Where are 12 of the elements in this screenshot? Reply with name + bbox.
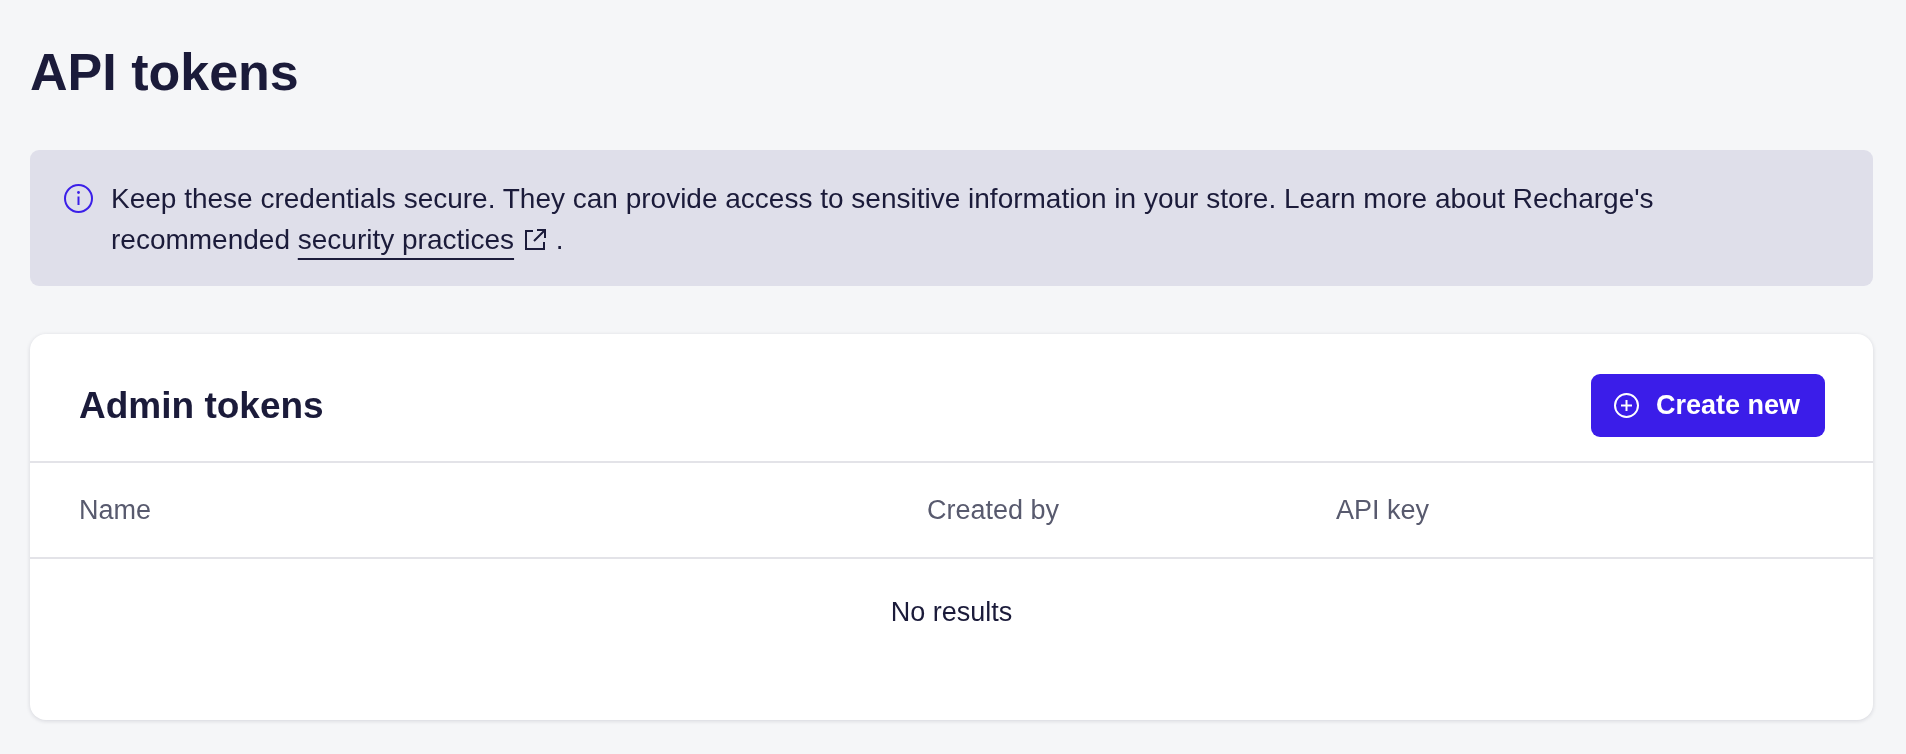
column-header: Created by (927, 494, 1060, 527)
empty-state-text: No results (890, 596, 1013, 629)
page-title: API tokens (30, 42, 299, 103)
external-link-icon (524, 229, 547, 251)
banner-text: Keep these credentials secure. They can provide access to sensitive information in your store. Learn more about Recharge's recommended security practices . (111, 182, 1655, 257)
column-header: Name (79, 494, 152, 527)
card-title: Admin tokens (79, 383, 324, 428)
security-practices-link[interactable]: security practices (297, 224, 515, 255)
create-button[interactable]: Create new (1590, 374, 1825, 437)
column-header: API key (1336, 494, 1430, 527)
plus-circle-icon (1613, 393, 1639, 418)
info-icon (64, 184, 93, 213)
